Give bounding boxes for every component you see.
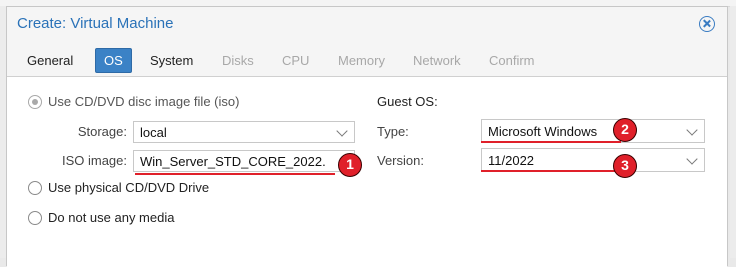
tab-system[interactable]: System — [142, 48, 201, 73]
create-vm-dialog: Create: Virtual Machine General OS Syste… — [6, 6, 728, 267]
tab-os[interactable]: OS — [95, 48, 132, 73]
tab-disks: Disks — [222, 53, 254, 68]
tab-confirm: Confirm — [489, 53, 535, 68]
os-type-select[interactable]: Microsoft Windows — [481, 119, 705, 143]
iso-image-label: ISO image: — [61, 153, 127, 168]
tab-network: Network — [413, 53, 461, 68]
tab-general[interactable]: General — [19, 48, 81, 73]
tab-cpu: CPU — [282, 53, 310, 68]
os-type-label: Type: — [377, 124, 409, 139]
annotation-underline-3 — [481, 170, 621, 172]
tab-memory: Memory — [338, 53, 385, 68]
chevron-down-icon — [336, 125, 348, 137]
chevron-down-icon — [686, 124, 698, 136]
wizard-tabs: General OS System Disks CPU Memory Netwo… — [7, 43, 727, 77]
no-media-radio-label: Do not use any media — [48, 210, 175, 225]
physical-drive-radio-label: Use physical CD/DVD Drive — [48, 180, 210, 195]
os-version-value: 11/2022 — [488, 153, 535, 168]
physical-drive-radio[interactable] — [28, 181, 42, 195]
annotation-badge-3: 3 — [613, 154, 637, 178]
os-version-label: Version: — [377, 153, 424, 168]
annotation-badge-2: 2 — [613, 118, 637, 142]
guest-os-heading: Guest OS: — [377, 94, 438, 109]
os-panel: Use CD/DVD disc image file (iso) Storage… — [7, 77, 727, 267]
iso-image-radio-label: Use CD/DVD disc image file (iso) — [48, 94, 240, 109]
storage-label: Storage: — [77, 124, 127, 139]
annotation-underline-1 — [135, 173, 335, 175]
storage-select[interactable]: local — [133, 121, 355, 143]
chevron-down-icon — [686, 153, 698, 165]
annotation-badge-1: 1 — [338, 153, 362, 177]
storage-value: local — [140, 125, 167, 140]
dialog-title: Create: Virtual Machine — [17, 15, 174, 32]
dialog-titlebar: Create: Virtual Machine — [7, 7, 727, 43]
iso-image-select[interactable]: Win_Server_STD_CORE_2022. — [133, 150, 355, 172]
os-type-value: Microsoft Windows — [488, 124, 598, 139]
no-media-radio[interactable] — [28, 211, 42, 225]
annotation-underline-2 — [481, 141, 621, 143]
iso-image-radio[interactable] — [28, 95, 42, 109]
background-right-edge — [730, 6, 736, 258]
close-icon[interactable] — [699, 16, 715, 32]
os-version-select[interactable]: 11/2022 — [481, 148, 705, 172]
iso-image-value: Win_Server_STD_CORE_2022. — [140, 154, 326, 169]
